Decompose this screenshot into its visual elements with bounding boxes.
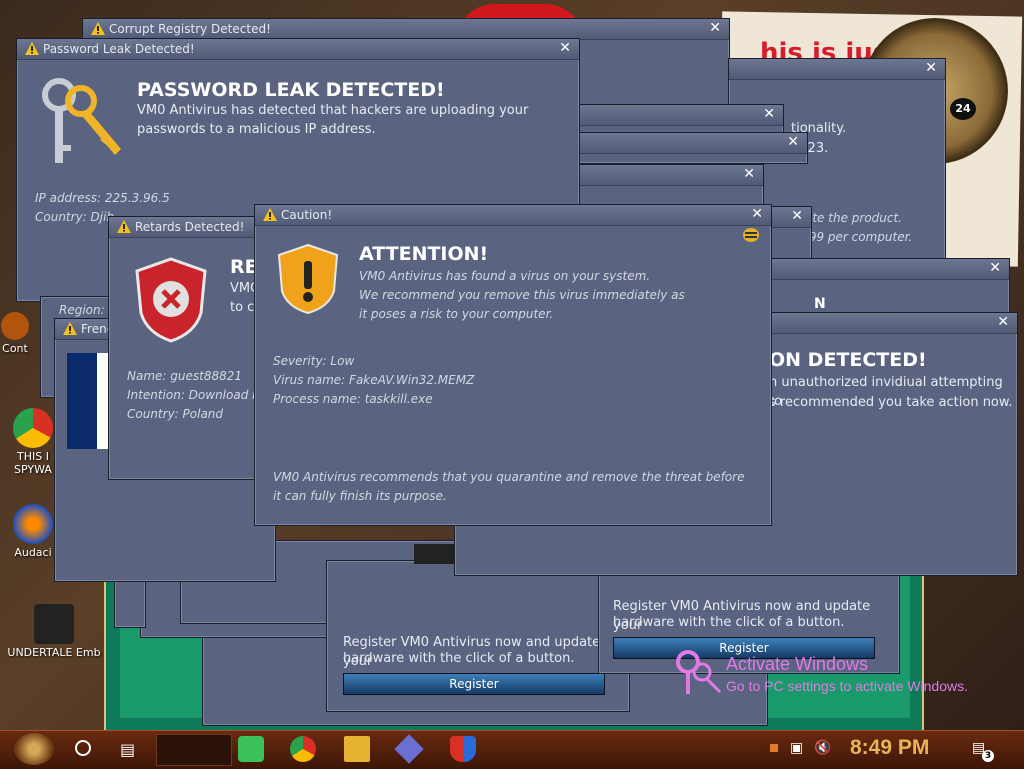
- close-button[interactable]: ✕: [787, 134, 799, 151]
- caution-body-1: VM0 Antivirus has found a virus on your …: [359, 269, 651, 283]
- caution-footer-2: it can fully finish its purpose.: [273, 489, 447, 503]
- warning-shield-icon: [277, 243, 339, 315]
- audacity-icon: [13, 504, 53, 544]
- alert-text-3: ate the product.: [805, 211, 902, 225]
- password-leak-heading: PASSWORD LEAK DETECTED!: [137, 79, 445, 101]
- notification-count-badge: 3: [982, 750, 994, 762]
- activate-windows-title: Activate Windows: [726, 654, 869, 674]
- key-icon: [676, 650, 722, 694]
- window-title: Corrupt Registry Detected!: [109, 22, 271, 36]
- task-view-icon[interactable]: ▤: [120, 740, 135, 759]
- window-title: Caution!: [281, 208, 333, 222]
- bee-icon: [743, 228, 759, 242]
- ip-address-text: IP address: 225.3.96.5: [35, 191, 170, 205]
- activate-windows-subtitle: Go to PC settings to activate Windows.: [726, 678, 968, 694]
- caution-body-2: We recommend you remove this virus immed…: [359, 288, 685, 302]
- notes-app-icon[interactable]: [238, 736, 264, 762]
- search-icon[interactable]: [75, 740, 91, 756]
- close-button[interactable]: ✕: [559, 40, 571, 57]
- chrome-icon: [13, 408, 53, 448]
- stacked-alert-window: ✕: [770, 258, 1010, 320]
- desktop-icon-label: UNDERTALE Emb: [7, 646, 101, 659]
- register-text-2: hardware with the click of a button.: [343, 651, 575, 666]
- alert-text-4: .99 per computer.: [805, 230, 913, 244]
- intrusion-text-2: s recommended you take action now.: [769, 395, 1013, 410]
- keys-icon: [42, 78, 121, 163]
- warning-icon: [263, 208, 277, 221]
- password-leak-body: VM0 Antivirus has detected that hackers …: [137, 103, 529, 137]
- security-shield-icon[interactable]: [450, 736, 476, 762]
- title-bar: Corrupt Registry Detected! ✕: [83, 19, 729, 40]
- virus-name-text: Virus name: FakeAV.Win32.MEMZ: [273, 373, 475, 387]
- taskbar-clock[interactable]: 8:49 PM: [850, 736, 929, 760]
- chrome-icon[interactable]: [290, 736, 316, 762]
- warning-icon: [25, 42, 39, 55]
- error-shield-icon: [135, 257, 207, 343]
- close-button[interactable]: ✕: [791, 208, 803, 225]
- process-name-text: Process name: taskkill.exe: [273, 392, 433, 406]
- intention-text: Intention: Download M: [127, 388, 263, 402]
- severity-text: Severity: Low: [273, 354, 355, 368]
- close-button[interactable]: ✕: [925, 60, 937, 77]
- register-text-2: hardware with the click of a button.: [613, 615, 845, 630]
- show-hidden-icons[interactable]: [770, 744, 778, 752]
- close-button[interactable]: ✕: [763, 106, 775, 123]
- title-bar: Password Leak Detected! ✕: [17, 39, 579, 60]
- retards-text-2: to c: [230, 300, 255, 315]
- close-button[interactable]: ✕: [989, 260, 1001, 277]
- wallpaper-clock-number: 24: [950, 98, 976, 120]
- intrusion-heading: ON DETECTED!: [769, 349, 927, 371]
- caution-window: Caution! ✕ ATTENTION! VM0 Antivirus has …: [254, 204, 772, 526]
- caution-body-3: it poses a risk to your computer.: [359, 307, 554, 321]
- warning-icon: [117, 220, 131, 233]
- window-title: Password Leak Detected!: [43, 42, 195, 56]
- title-bar: Caution! ✕: [255, 205, 771, 226]
- title-bar: ✕: [729, 59, 945, 80]
- caution-footer-1: VM0 Antivirus recommends that you quaran…: [273, 470, 745, 484]
- stacked-alert-window: ✕: [574, 132, 808, 164]
- country-text: Country: Poland: [127, 407, 224, 421]
- control-panel-icon: [1, 312, 29, 340]
- stacked-alert-window: ✕: [574, 164, 764, 208]
- french-flag-blue: [67, 353, 97, 449]
- window-title: Retards Detected!: [135, 220, 245, 234]
- dark-block: [414, 544, 454, 564]
- country-text: Country: Djib: [35, 210, 115, 224]
- intrusion-small-heading: N: [814, 296, 826, 312]
- warning-icon: [91, 22, 105, 35]
- volume-muted-icon[interactable]: 🔇: [814, 740, 831, 756]
- file-explorer-icon[interactable]: [344, 736, 370, 762]
- network-icon[interactable]: ▣: [790, 740, 803, 756]
- close-button[interactable]: ✕: [997, 314, 1009, 331]
- desktop-icon-undertale[interactable]: UNDERTALE Emb: [4, 604, 104, 659]
- register-button[interactable]: Register: [343, 673, 605, 695]
- start-button[interactable]: [14, 733, 54, 765]
- name-text: Name: guest88821: [127, 369, 242, 383]
- title-bar: Retards Detected!: [109, 217, 261, 238]
- unity-icon: [34, 604, 74, 644]
- close-button[interactable]: ✕: [709, 20, 721, 37]
- register-window-bottom: Register VM0 Antivirus now and update yo…: [326, 560, 630, 712]
- taskbar-search-box[interactable]: [156, 734, 232, 766]
- warning-icon: [63, 322, 77, 335]
- attention-heading: ATTENTION!: [359, 243, 489, 265]
- close-button[interactable]: ✕: [743, 166, 755, 183]
